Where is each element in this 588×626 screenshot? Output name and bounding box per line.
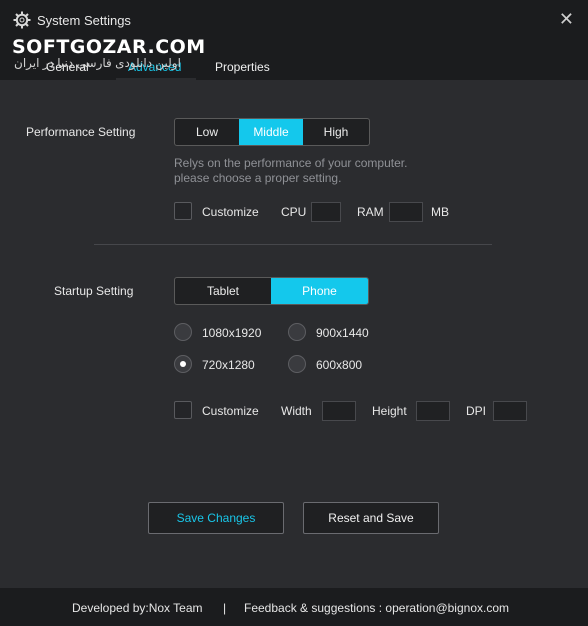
title-bar: System Settings ✕ [0, 0, 588, 40]
height-label: Height [372, 404, 407, 418]
performance-hint-line2: please choose a proper setting. [174, 171, 342, 185]
cpu-input[interactable] [311, 202, 341, 222]
resolution-1080x1920-label: 1080x1920 [202, 326, 262, 340]
active-tab-indicator [116, 78, 196, 80]
ram-label: RAM [357, 205, 384, 219]
height-input[interactable] [416, 401, 450, 421]
performance-customize-label: Customize [202, 205, 259, 219]
startup-tablet-option[interactable]: Tablet [175, 278, 271, 304]
performance-hint: Relys on the performance of your compute… [174, 156, 407, 186]
watermark-logo: SOFTGOZAR.COM [12, 36, 206, 58]
ram-unit-label: MB [431, 205, 449, 219]
startup-setting-label: Startup Setting [54, 284, 134, 298]
startup-customize-label: Customize [202, 404, 259, 418]
close-icon[interactable]: ✕ [559, 10, 574, 28]
ram-input[interactable] [389, 202, 423, 222]
resolution-1080x1920-radio[interactable] [174, 323, 192, 341]
performance-selector: Low Middle High [174, 118, 370, 146]
performance-setting-label: Performance Setting [26, 125, 136, 139]
width-input[interactable] [322, 401, 356, 421]
cpu-label: CPU [281, 205, 307, 219]
resolution-600x800-radio[interactable] [288, 355, 306, 373]
resolution-720x1280-label: 720x1280 [202, 358, 255, 372]
footer-separator: | [223, 601, 227, 615]
width-label: Width [281, 404, 312, 418]
footer: Developed by:Nox Team | Feedback & sugge… [0, 588, 588, 626]
watermark-subtitle: اولین دانلودی فارسی دنیا در ایران [14, 56, 181, 70]
resolution-900x1440-label: 900x1440 [316, 326, 369, 340]
dpi-input[interactable] [493, 401, 527, 421]
startup-customize-checkbox[interactable] [174, 401, 192, 419]
resolution-720x1280-radio[interactable] [174, 355, 192, 373]
gear-icon [13, 11, 31, 29]
reset-and-save-button[interactable]: Reset and Save [303, 502, 439, 534]
tab-properties[interactable]: Properties [215, 60, 270, 74]
performance-hint-line1: Relys on the performance of your compute… [174, 156, 408, 170]
resolution-900x1440-radio[interactable] [288, 323, 306, 341]
resolution-600x800-label: 600x800 [316, 358, 363, 372]
performance-low-option[interactable]: Low [175, 119, 239, 145]
footer-developer: Developed by:Nox Team [72, 601, 203, 615]
dpi-label: DPI [466, 404, 487, 418]
save-changes-button[interactable]: Save Changes [148, 502, 284, 534]
performance-customize-checkbox[interactable] [174, 202, 192, 220]
section-divider [94, 244, 492, 245]
startup-selector: Tablet Phone [174, 277, 369, 305]
performance-high-option[interactable]: High [303, 119, 369, 145]
window-title: System Settings [37, 13, 131, 28]
footer-feedback[interactable]: Feedback & suggestions : operation@bigno… [244, 601, 509, 615]
startup-phone-option[interactable]: Phone [271, 278, 368, 304]
performance-middle-option[interactable]: Middle [239, 119, 303, 145]
